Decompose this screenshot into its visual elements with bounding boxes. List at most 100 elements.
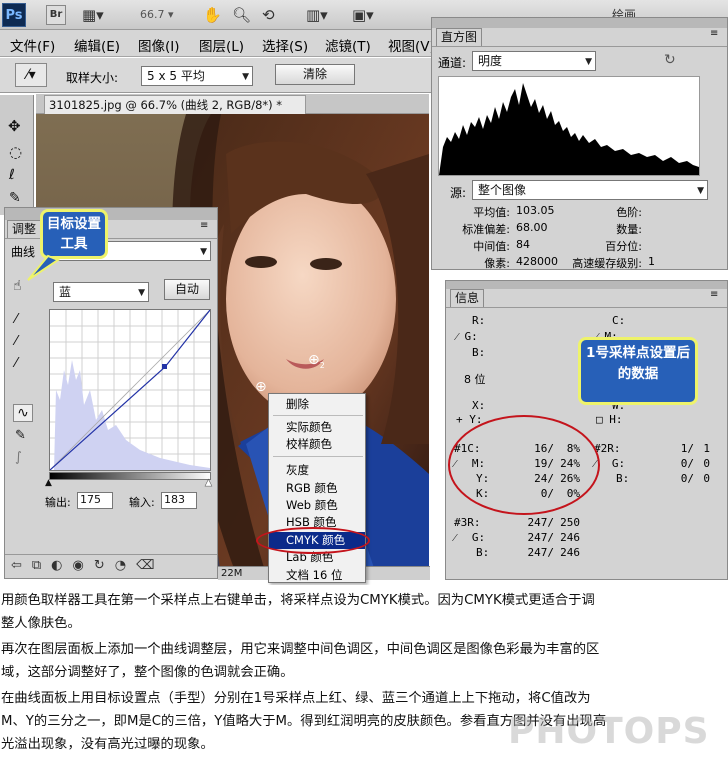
histogram-channel-select[interactable]: 明度 (472, 51, 596, 71)
photoshop-logo: Ps (2, 3, 26, 27)
sampler-1-highlight-ellipse (448, 415, 600, 515)
s3-b-before: 247/ (527, 546, 555, 559)
rgb-readout: R: ⁄ G: B: (456, 313, 485, 361)
s3-b-after: 246 (560, 546, 580, 559)
panel-menu-icon[interactable]: ≡ (200, 220, 208, 231)
sample-size-select[interactable]: 5 x 5 平均 (141, 66, 253, 86)
s2-g-before: 0/ (680, 457, 694, 470)
document-tab[interactable]: 3101825.jpg @ 66.7% (曲线 2, RGB/8*) * (44, 95, 306, 114)
panel-titlebar (5, 208, 217, 220)
tab-info[interactable]: 信息 (450, 289, 484, 307)
cache-level-label: 高速缓存级别: (572, 257, 642, 270)
s3-g-after: 246 (560, 531, 580, 544)
channel-label: 通道: (438, 56, 467, 70)
s2-r-after: 1 (703, 442, 710, 455)
caption-line-5: 在曲线面板上用目标设置点（手型）分别在1号采样点上红、绿、蓝三个通道上上下拖动，… (1, 691, 591, 706)
percentile-label: 百分位: (605, 240, 642, 253)
menu-filter[interactable]: 滤镜(T) (325, 35, 371, 55)
callout-pointer (27, 254, 60, 281)
menu-item-proof-color[interactable]: 校样颜色 (269, 436, 365, 453)
refresh-icon[interactable]: ↻ (664, 52, 676, 68)
sampler-3-id: #3 (454, 516, 468, 529)
bit-depth: 8 位 (464, 373, 486, 386)
zoom-level[interactable]: 66.7 ▾ (140, 8, 174, 21)
r-label: R: (472, 314, 486, 327)
rotate-view-icon[interactable]: ⟲ (262, 0, 275, 30)
lasso-tool-icon[interactable]: ℓ (9, 167, 15, 183)
caption-line-2: 整人像肤色。 (1, 616, 81, 631)
s3-r-before: 247/ (527, 516, 555, 529)
panel-footer-icons[interactable]: ⇦⧉◐◉↻◔⌫ (5, 554, 217, 578)
curve-edit-icon[interactable]: ∿ (13, 404, 33, 422)
count-label: 数量: (616, 223, 642, 236)
arrange-documents-icon[interactable]: ▥▾ (306, 0, 328, 30)
input-field[interactable]: 183 (161, 492, 197, 509)
menu-item-web[interactable]: Web 颜色 (269, 497, 365, 514)
selection-icon: □ (596, 413, 610, 426)
source-select[interactable]: 整个图像 (472, 180, 708, 200)
menu-layer[interactable]: 图层(L) (199, 35, 244, 55)
marquee-tool-icon[interactable]: ◌ (9, 143, 22, 161)
menu-item-doc-16bit[interactable]: 文档 16 位 (269, 567, 365, 582)
smooth-icon[interactable]: ∫ (15, 450, 22, 465)
info-menu-icon[interactable]: ≡ (710, 289, 718, 300)
white-slider-icon[interactable]: ▲ (205, 478, 212, 489)
quick-select-tool-icon[interactable]: ✎ (9, 190, 21, 206)
channel-select[interactable]: 蓝 (53, 282, 149, 302)
std-dev-value: 68.00 (516, 221, 548, 234)
histogram-menu-icon[interactable]: ≡ (710, 28, 718, 39)
source-label: 源: (450, 186, 467, 200)
black-point-eyedropper-icon[interactable]: ⁄ (15, 312, 17, 327)
curves-graph[interactable] (49, 309, 211, 471)
menu-image[interactable]: 图像(I) (138, 35, 180, 55)
cache-level-value: 1 (648, 255, 655, 268)
mean-value: 103.05 (516, 204, 555, 217)
eyedropper-icon: ⁄ (454, 531, 456, 544)
menu-edit[interactable]: 编辑(E) (74, 35, 120, 55)
screen-mode-icon[interactable]: ▣▾ (352, 0, 374, 30)
white-point-eyedropper-icon[interactable]: ⁄ (15, 356, 17, 371)
menu-item-actual-color[interactable]: 实际颜色 (269, 419, 365, 436)
h-label: H: (609, 413, 623, 426)
black-slider-icon[interactable]: ▲ (45, 478, 52, 488)
gray-point-eyedropper-icon[interactable]: ⁄ (15, 334, 17, 349)
s3-g-before: 247/ (527, 531, 555, 544)
sample-point-2-icon[interactable]: ⊕2 (308, 352, 325, 370)
watermark: PHOTOPS (508, 711, 710, 752)
menu-item-grayscale[interactable]: 灰度 (269, 462, 365, 479)
s2-g-key: G: (611, 457, 626, 470)
view-extras-icon[interactable]: ▦▾ (82, 0, 104, 30)
s2-r-before: 1/ (680, 442, 694, 455)
menu-item-rgb[interactable]: RGB 颜色 (269, 480, 365, 497)
bridge-button[interactable]: Br (46, 5, 66, 25)
zoom-tool-icon[interactable]: 🔍︎ (232, 0, 251, 30)
menu-item-delete[interactable]: 删除 (269, 396, 365, 413)
sample-point-1-icon[interactable]: ⊕ (255, 379, 267, 395)
hand-tool-icon[interactable]: ✋ (203, 0, 222, 30)
output-gradient-bar (49, 472, 211, 480)
move-tool-icon[interactable]: ✥ (8, 117, 21, 135)
histogram-graph (438, 76, 700, 176)
auto-button[interactable]: 自动 (164, 279, 210, 300)
tab-adjustments[interactable]: 调整 (7, 220, 43, 238)
levels-label: 色阶: (616, 206, 642, 219)
sampler-context-menu: 删除 实际颜色 校样颜色 灰度 RGB 颜色 Web 颜色 HSB 颜色 CMY… (268, 393, 366, 583)
eyedropper-preset-icon[interactable]: ⁄▾ (15, 63, 47, 87)
menu-view[interactable]: 视图(V) (388, 35, 435, 55)
s2-b-before: 0/ (680, 472, 694, 485)
pencil-icon[interactable]: ✎ (15, 428, 26, 443)
sample-size-label: 取样大小: (66, 71, 119, 85)
std-dev-label: 标准偏差: (462, 223, 510, 236)
c-label: C: (612, 314, 626, 327)
toolbox: ✥ ◌ ℓ ✎ (0, 95, 34, 215)
menu-select[interactable]: 选择(S) (262, 35, 308, 55)
sampler-3-readout: #3R: 247/250 ⁄ G: 247/246 B: 247/246 (454, 515, 584, 560)
median-label: 中间值: (473, 240, 510, 253)
menu-file[interactable]: 文件(F) (10, 35, 55, 55)
pixels-label: 像素: (484, 257, 510, 270)
output-field[interactable]: 175 (77, 492, 113, 509)
tab-histogram[interactable]: 直方图 (436, 28, 482, 46)
clear-button[interactable]: 清除 (275, 64, 355, 85)
cmyk-highlight-ellipse (256, 527, 370, 554)
s3-g-key: G: (471, 531, 486, 544)
